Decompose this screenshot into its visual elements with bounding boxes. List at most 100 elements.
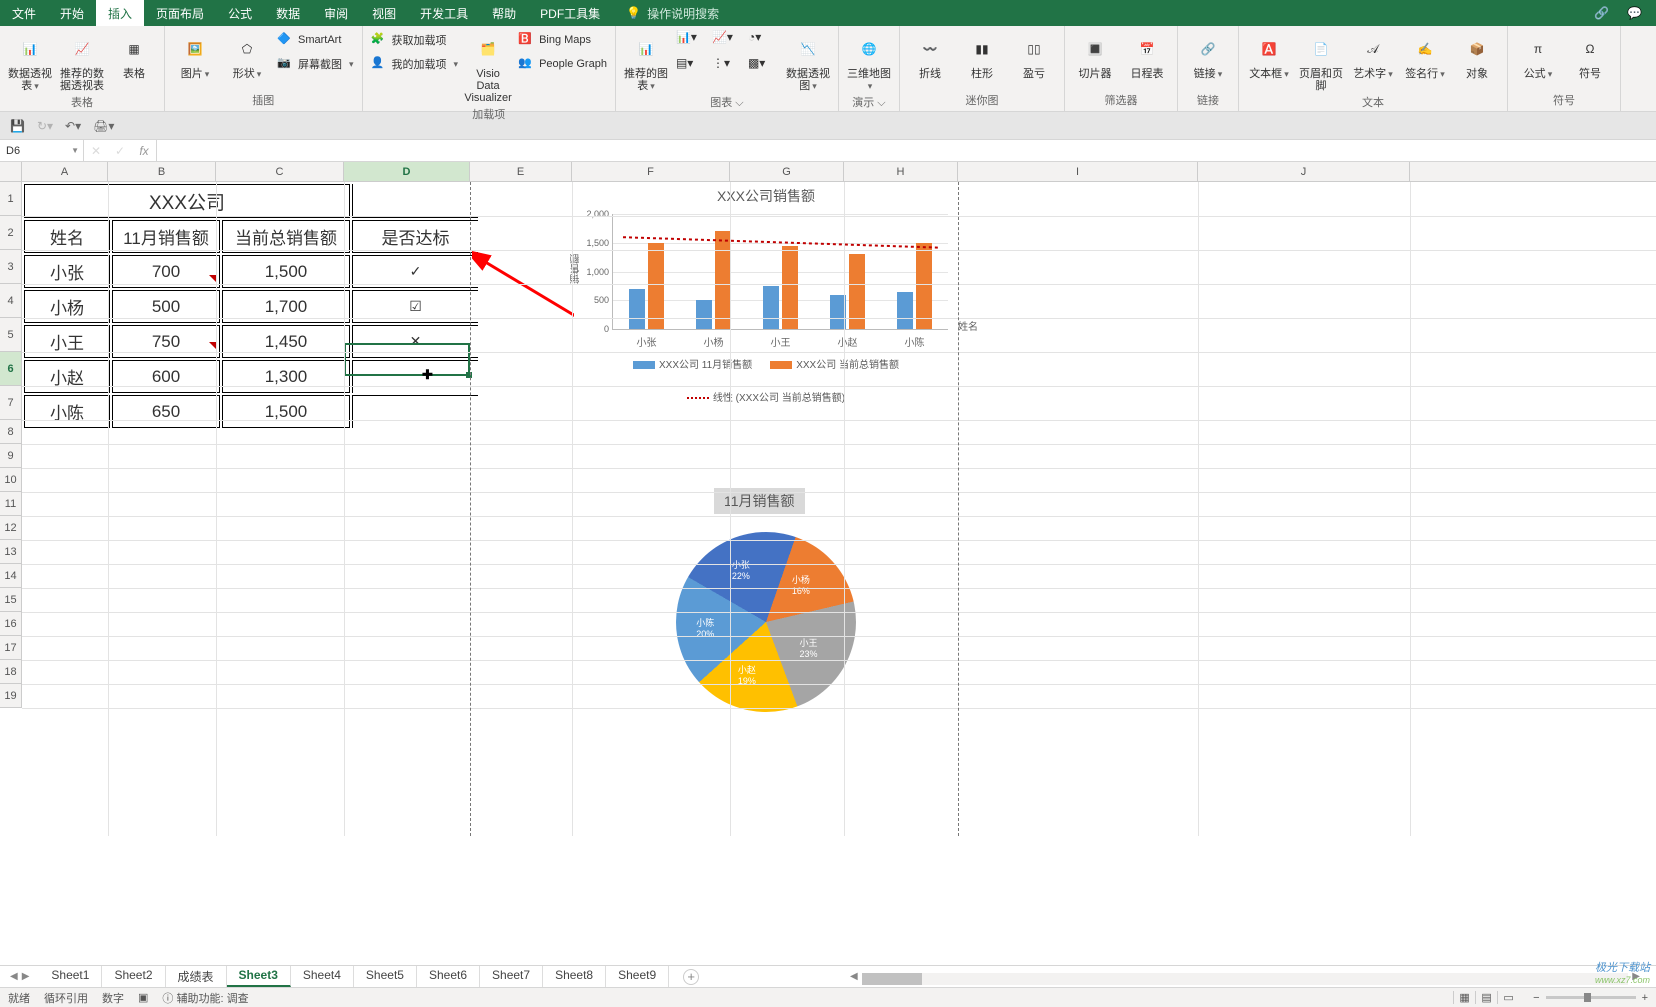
menu-tab-公式[interactable]: 公式 bbox=[216, 0, 264, 26]
sheet-nav[interactable]: ◀▶ bbox=[0, 971, 39, 982]
slicer-button[interactable]: 🔳切片器 bbox=[1073, 30, 1117, 80]
name-box[interactable]: D6▼ bbox=[0, 140, 84, 161]
menu-tab-文件[interactable]: 文件 bbox=[0, 0, 48, 26]
smartart-button[interactable]: 🔷SmartArt bbox=[277, 30, 354, 50]
column-header[interactable]: F bbox=[572, 162, 730, 181]
people-graph-button[interactable]: 👥People Graph bbox=[518, 54, 607, 74]
equation-button[interactable]: π公式▾ bbox=[1516, 30, 1560, 80]
sheet-tab[interactable]: Sheet3 bbox=[227, 966, 291, 987]
row-header[interactable]: 10 bbox=[0, 468, 21, 492]
header-footer-button[interactable]: 📄页眉和页脚 bbox=[1299, 30, 1343, 92]
my-addins-button[interactable]: 👤我的加载项▾ bbox=[371, 54, 459, 74]
column-header[interactable]: I bbox=[958, 162, 1198, 181]
treemap-icon[interactable]: ▤▾ bbox=[676, 56, 706, 78]
row-header[interactable]: 8 bbox=[0, 420, 21, 444]
pie-chart[interactable]: 11月销售额 小张22%小杨16%小王23%小赵19%小陈20% bbox=[574, 478, 958, 714]
timeline-button[interactable]: 📅日程表 bbox=[1125, 30, 1169, 80]
recommended-charts-button[interactable]: 📊推荐的图表▾ bbox=[624, 30, 668, 92]
select-all-corner[interactable] bbox=[0, 162, 22, 182]
row-header[interactable]: 3 bbox=[0, 250, 21, 284]
menu-tab-视图[interactable]: 视图 bbox=[360, 0, 408, 26]
bing-maps-button[interactable]: 🅱️Bing Maps bbox=[518, 30, 607, 50]
comment-indicator-icon[interactable] bbox=[209, 342, 216, 349]
row-header[interactable]: 11 bbox=[0, 492, 21, 516]
sheet-tab[interactable]: Sheet1 bbox=[39, 966, 102, 987]
column-header[interactable]: G bbox=[730, 162, 844, 181]
visio-button[interactable]: 🗂️Visio Data Visualizer bbox=[466, 30, 510, 104]
pivotchart-button[interactable]: 📉数据透视图▾ bbox=[786, 30, 830, 92]
redo-icon[interactable]: ↻▾ bbox=[37, 119, 53, 133]
column-headers[interactable]: ABCDEFGHIJ bbox=[22, 162, 1656, 182]
screenshot-button[interactable]: 📷屏幕截图▾ bbox=[277, 54, 354, 74]
column-header[interactable]: A bbox=[22, 162, 108, 181]
accessibility-icon[interactable]: ⓘ 辅助功能: 调查 bbox=[162, 990, 248, 1006]
touch-mode-icon[interactable]: 🖨▾ bbox=[93, 119, 114, 133]
tell-me-search[interactable]: 💡 操作说明搜索 bbox=[612, 0, 733, 26]
row-header[interactable]: 4 bbox=[0, 284, 21, 318]
3dmap-button[interactable]: 🌐三维地图▾ bbox=[847, 30, 891, 92]
row-header[interactable]: 5 bbox=[0, 318, 21, 352]
wordart-button[interactable]: 𝒜艺术字▾ bbox=[1351, 30, 1395, 80]
symbol-button[interactable]: Ω符号 bbox=[1568, 30, 1612, 80]
column-header[interactable]: B bbox=[108, 162, 216, 181]
formula-input[interactable] bbox=[157, 140, 1656, 161]
enter-formula-icon[interactable]: ✓ bbox=[108, 144, 132, 158]
share-icon[interactable]: 🔗 bbox=[1594, 6, 1609, 20]
cancel-formula-icon[interactable]: ✕ bbox=[84, 144, 108, 158]
pie-chart-icon[interactable]: ◔▾ bbox=[748, 30, 778, 52]
comment-indicator-icon[interactable] bbox=[209, 275, 216, 282]
menu-tab-开发工具[interactable]: 开发工具 bbox=[408, 0, 480, 26]
sheet-tab[interactable]: Sheet8 bbox=[543, 966, 606, 987]
link-button[interactable]: 🔗链接▾ bbox=[1186, 30, 1230, 80]
menu-tab-开始[interactable]: 开始 bbox=[48, 0, 96, 26]
menu-tab-帮助[interactable]: 帮助 bbox=[480, 0, 528, 26]
sparkline-line-button[interactable]: 〰️折线 bbox=[908, 30, 952, 80]
data-table[interactable]: XXX公司姓名11月销售额当前总销售额是否达标小张7001,500✓小杨5001… bbox=[22, 182, 480, 430]
pictures-button[interactable]: 🖼️图片▾ bbox=[173, 30, 217, 80]
menu-tab-数据[interactable]: 数据 bbox=[264, 0, 312, 26]
menu-tab-PDF工具集[interactable]: PDF工具集 bbox=[528, 0, 612, 26]
row-header[interactable]: 7 bbox=[0, 386, 21, 420]
column-chart-icon[interactable]: 📊▾ bbox=[676, 30, 706, 52]
get-addins-button[interactable]: 🧩获取加载项 bbox=[371, 30, 459, 50]
sheet-tab[interactable]: 成绩表 bbox=[166, 966, 227, 987]
sheet-tab[interactable]: Sheet6 bbox=[417, 966, 480, 987]
textbox-button[interactable]: 🅰️文本框▾ bbox=[1247, 30, 1291, 80]
row-header[interactable]: 9 bbox=[0, 444, 21, 468]
column-header[interactable]: E bbox=[470, 162, 572, 181]
recommended-pivot-button[interactable]: 📈推荐的数据透视表 bbox=[60, 30, 104, 92]
sheet-tab[interactable]: Sheet4 bbox=[291, 966, 354, 987]
sheet-tab[interactable]: Sheet5 bbox=[354, 966, 417, 987]
row-header[interactable]: 16 bbox=[0, 612, 21, 636]
sparkline-column-button[interactable]: ▮▮柱形 bbox=[960, 30, 1004, 80]
fx-icon[interactable]: fx bbox=[132, 142, 156, 160]
sheet-tab[interactable]: Sheet7 bbox=[480, 966, 543, 987]
object-button[interactable]: 📦对象 bbox=[1455, 30, 1499, 80]
column-header[interactable]: C bbox=[216, 162, 344, 181]
undo-icon[interactable]: ↶▾ bbox=[65, 119, 81, 133]
macro-record-icon[interactable]: ▣ bbox=[138, 991, 148, 1004]
signature-button[interactable]: ✍️签名行▾ bbox=[1403, 30, 1447, 80]
row-header[interactable]: 19 bbox=[0, 684, 21, 708]
row-header[interactable]: 2 bbox=[0, 216, 21, 250]
comments-icon[interactable]: 💬 bbox=[1627, 6, 1642, 20]
row-headers[interactable]: 12345678910111213141516171819 bbox=[0, 182, 22, 708]
column-header[interactable]: D bbox=[344, 162, 470, 181]
menu-tab-页面布局[interactable]: 页面布局 bbox=[144, 0, 216, 26]
line-chart-icon[interactable]: 📈▾ bbox=[712, 30, 742, 52]
shapes-button[interactable]: ⬠形状▾ bbox=[225, 30, 269, 80]
menu-tab-插入[interactable]: 插入 bbox=[96, 0, 144, 26]
row-header[interactable]: 15 bbox=[0, 588, 21, 612]
row-header[interactable]: 18 bbox=[0, 660, 21, 684]
zoom-slider[interactable]: −+ bbox=[1533, 992, 1648, 1004]
sheet-tab[interactable]: Sheet9 bbox=[606, 966, 669, 987]
scatter-icon[interactable]: ⋮▾ bbox=[712, 56, 742, 78]
column-header[interactable]: H bbox=[844, 162, 958, 181]
sheet-tab[interactable]: Sheet2 bbox=[102, 966, 165, 987]
spreadsheet-grid[interactable]: ABCDEFGHIJ 12345678910111213141516171819… bbox=[0, 162, 1656, 836]
sparkline-winloss-button[interactable]: ▯▯盈亏 bbox=[1012, 30, 1056, 80]
bar-chart[interactable]: XXX公司销售额 销售额 姓名 05001,0001,5002,000小张小杨小… bbox=[574, 182, 958, 416]
save-icon[interactable]: 💾 bbox=[10, 119, 25, 133]
row-header[interactable]: 6 bbox=[0, 352, 21, 386]
row-header[interactable]: 17 bbox=[0, 636, 21, 660]
